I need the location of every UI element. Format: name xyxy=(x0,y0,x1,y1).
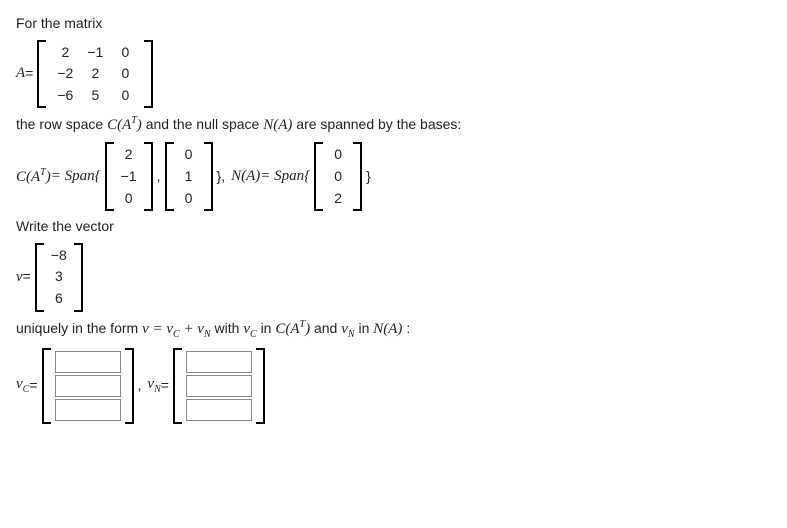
vC-input-2[interactable] xyxy=(55,399,121,421)
bases-equation: C(AT) = Span{ 2 −1 0 , 0 1 0 } , N(A) = … xyxy=(16,142,771,211)
matrix-A-equation: A = 2 −1 0 −2 2 0 −6 5 0 xyxy=(16,40,771,109)
vN-input-0[interactable] xyxy=(186,351,252,373)
intro-line-2: the row space C(AT) and the null space N… xyxy=(16,114,771,136)
symbol-vC: vC xyxy=(16,374,29,397)
answer-vN xyxy=(173,348,265,424)
vC-input-1[interactable] xyxy=(55,375,121,397)
equals: = xyxy=(25,64,33,84)
intro-line-1: For the matrix xyxy=(16,14,771,34)
symbol-A: A xyxy=(16,63,25,84)
vN-input-1[interactable] xyxy=(186,375,252,397)
symbol-NA2: N(A) xyxy=(231,166,260,187)
text: For the matrix xyxy=(16,15,102,31)
vector-v: −8 3 6 xyxy=(35,243,83,312)
answer-vC xyxy=(42,348,134,424)
rowspace-vec2: 0 1 0 xyxy=(165,142,213,211)
symbol-CAT2: C(AT) xyxy=(16,166,51,188)
symbol-CAT: C(AT) xyxy=(107,117,142,133)
nullspace-vec1: 0 0 2 xyxy=(314,142,362,211)
rowspace-vec1: 2 −1 0 xyxy=(105,142,153,211)
vN-input-2[interactable] xyxy=(186,399,252,421)
matrix-A: 2 −1 0 −2 2 0 −6 5 0 xyxy=(37,40,153,109)
symbol-v: v xyxy=(16,267,23,288)
vC-input-0[interactable] xyxy=(55,351,121,373)
answer-row: vC = , vN = xyxy=(16,348,771,424)
symbol-vN: vN xyxy=(147,374,160,397)
intro-line-3: Write the vector xyxy=(16,217,771,237)
intro-line-4: uniquely in the form v = vC + vN with vC… xyxy=(16,318,771,342)
symbol-NA: N(A) xyxy=(263,117,292,133)
vector-v-equation: v = −8 3 6 xyxy=(16,243,771,312)
